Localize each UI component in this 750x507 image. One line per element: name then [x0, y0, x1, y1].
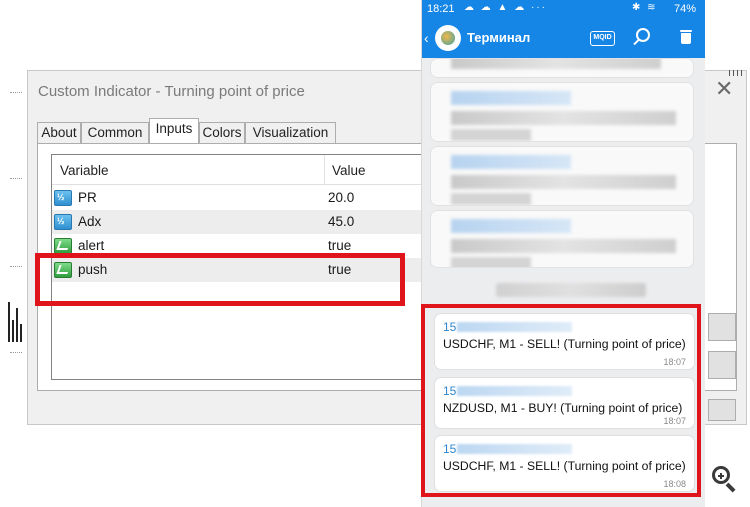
grid-dash	[10, 352, 22, 353]
avatar[interactable]	[435, 25, 461, 51]
status-time: 18:21	[427, 3, 455, 15]
blurred-message	[430, 210, 694, 268]
dialog-title: Custom Indicator - Turning point of pric…	[38, 83, 305, 100]
grid-dash	[10, 266, 22, 267]
tab-common[interactable]: Common	[81, 122, 149, 143]
side-button[interactable]	[708, 313, 736, 341]
trash-icon[interactable]	[680, 29, 692, 44]
push-row-highlight	[35, 253, 405, 306]
table-row[interactable]: ½ PR 20.0	[52, 186, 470, 210]
back-icon[interactable]: ‹	[424, 30, 429, 46]
candlesticks	[6, 292, 26, 342]
chat-title: Терминал	[467, 30, 531, 45]
side-button[interactable]	[708, 399, 736, 421]
grid-dash	[10, 92, 22, 93]
column-header-value[interactable]: Value	[332, 163, 366, 178]
column-header-variable[interactable]: Variable	[60, 163, 109, 178]
numeric-param-icon: ½	[54, 190, 72, 206]
close-icon[interactable]: ✕	[715, 79, 733, 101]
grid-header: Variable Value	[52, 155, 470, 185]
grid-dash	[10, 178, 22, 179]
tab-colors[interactable]: Colors	[199, 122, 245, 143]
notification-icons: ☁ ☁ ▲ ☁ ···	[464, 2, 548, 13]
battery-level: 74%	[674, 3, 697, 15]
side-button[interactable]	[708, 351, 736, 379]
variable-value[interactable]: 20.0	[328, 190, 354, 205]
status-bar: 18:21 ☁ ☁ ▲ ☁ ··· ✱ ≋ 74%	[422, 0, 705, 20]
blurred-message	[430, 146, 694, 206]
tab-about[interactable]: About	[37, 122, 81, 143]
numeric-param-icon: ½	[54, 214, 72, 230]
blurred-message	[430, 58, 694, 78]
app-bar: ‹ Терминал MQID	[422, 20, 705, 58]
blurred-message	[430, 82, 694, 142]
search-icon[interactable]	[636, 28, 650, 42]
mqid-icon[interactable]: MQID	[590, 31, 615, 46]
chart-background	[0, 70, 28, 425]
variable-name: alert	[78, 238, 105, 253]
variable-name: Adx	[78, 214, 102, 229]
zoom-in-icon[interactable]	[708, 463, 740, 495]
edge-marks	[727, 70, 747, 80]
bool-param-icon	[54, 238, 72, 254]
variable-value[interactable]: true	[328, 238, 351, 253]
tab-inputs[interactable]: Inputs	[149, 118, 199, 143]
variable-name: PR	[78, 190, 97, 205]
connectivity-icons: ✱ ≋	[632, 2, 658, 13]
notifications-highlight	[421, 304, 701, 497]
tab-visualization[interactable]: Visualization	[245, 122, 336, 143]
table-row[interactable]: ½ Adx 45.0	[52, 210, 470, 234]
blurred-date-separator	[496, 283, 646, 297]
variable-value[interactable]: 45.0	[328, 214, 354, 229]
